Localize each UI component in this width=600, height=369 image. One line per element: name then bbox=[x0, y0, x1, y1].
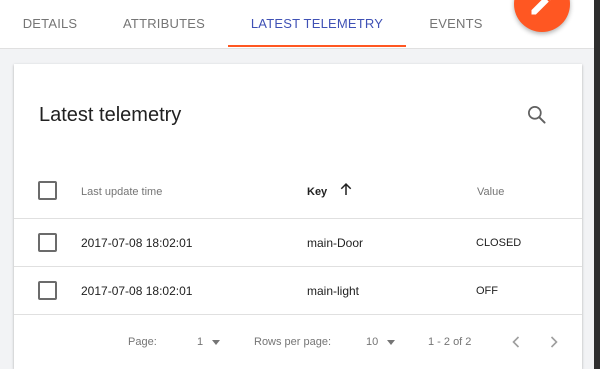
column-header-last-update[interactable]: Last update time bbox=[81, 186, 162, 198]
rows-per-page-label: Rows per page: bbox=[254, 336, 332, 348]
tab-details[interactable]: DETAILS bbox=[8, 0, 92, 48]
page-select[interactable]: 1 bbox=[197, 336, 221, 348]
row-value: CLOSED bbox=[476, 237, 522, 249]
card-title: Latest telemetry bbox=[39, 104, 182, 126]
telemetry-card: Latest telemetry Last update time Key Va… bbox=[14, 64, 582, 369]
select-all-checkbox[interactable] bbox=[38, 181, 57, 200]
row-checkbox[interactable] bbox=[38, 281, 57, 300]
column-header-key[interactable]: Key bbox=[307, 186, 327, 198]
chevron-left-icon bbox=[512, 336, 520, 348]
arrow-up-icon[interactable] bbox=[337, 180, 355, 198]
tab-events[interactable]: EVENTS bbox=[412, 0, 500, 48]
page-label: Page: bbox=[128, 336, 157, 348]
rows-per-page-value: 10 bbox=[366, 336, 379, 348]
search-icon bbox=[528, 106, 546, 124]
row-value: OFF bbox=[476, 285, 498, 297]
dropdown-caret-icon bbox=[212, 339, 221, 345]
row-time: 2017-07-08 18:02:01 bbox=[81, 284, 193, 298]
rows-per-page-select[interactable]: 10 bbox=[366, 336, 396, 348]
tab-attributes[interactable]: ATTRIBUTES bbox=[110, 0, 218, 48]
page-range: 1 - 2 of 2 bbox=[428, 336, 472, 348]
row-divider bbox=[14, 314, 582, 315]
row-divider bbox=[14, 266, 582, 267]
previous-page-button[interactable] bbox=[504, 330, 528, 354]
tab-bar: DETAILS ATTRIBUTES LATEST TELEMETRY EVEN… bbox=[0, 0, 594, 49]
page-select-value: 1 bbox=[197, 336, 204, 348]
search-button[interactable] bbox=[524, 102, 550, 128]
dropdown-caret-icon bbox=[387, 339, 396, 345]
window-edge bbox=[594, 0, 600, 369]
row-time: 2017-07-08 18:02:01 bbox=[81, 236, 193, 250]
active-tab-indicator bbox=[228, 45, 406, 47]
row-checkbox[interactable] bbox=[38, 233, 57, 252]
chevron-right-icon bbox=[550, 336, 558, 348]
row-key: main-light bbox=[307, 284, 360, 298]
next-page-button[interactable] bbox=[542, 330, 566, 354]
tab-latest-telemetry[interactable]: LATEST TELEMETRY bbox=[228, 0, 406, 48]
row-key: main-Door bbox=[307, 236, 364, 250]
row-divider bbox=[14, 218, 582, 219]
column-header-value[interactable]: Value bbox=[477, 186, 504, 198]
pencil-icon bbox=[531, 0, 551, 15]
